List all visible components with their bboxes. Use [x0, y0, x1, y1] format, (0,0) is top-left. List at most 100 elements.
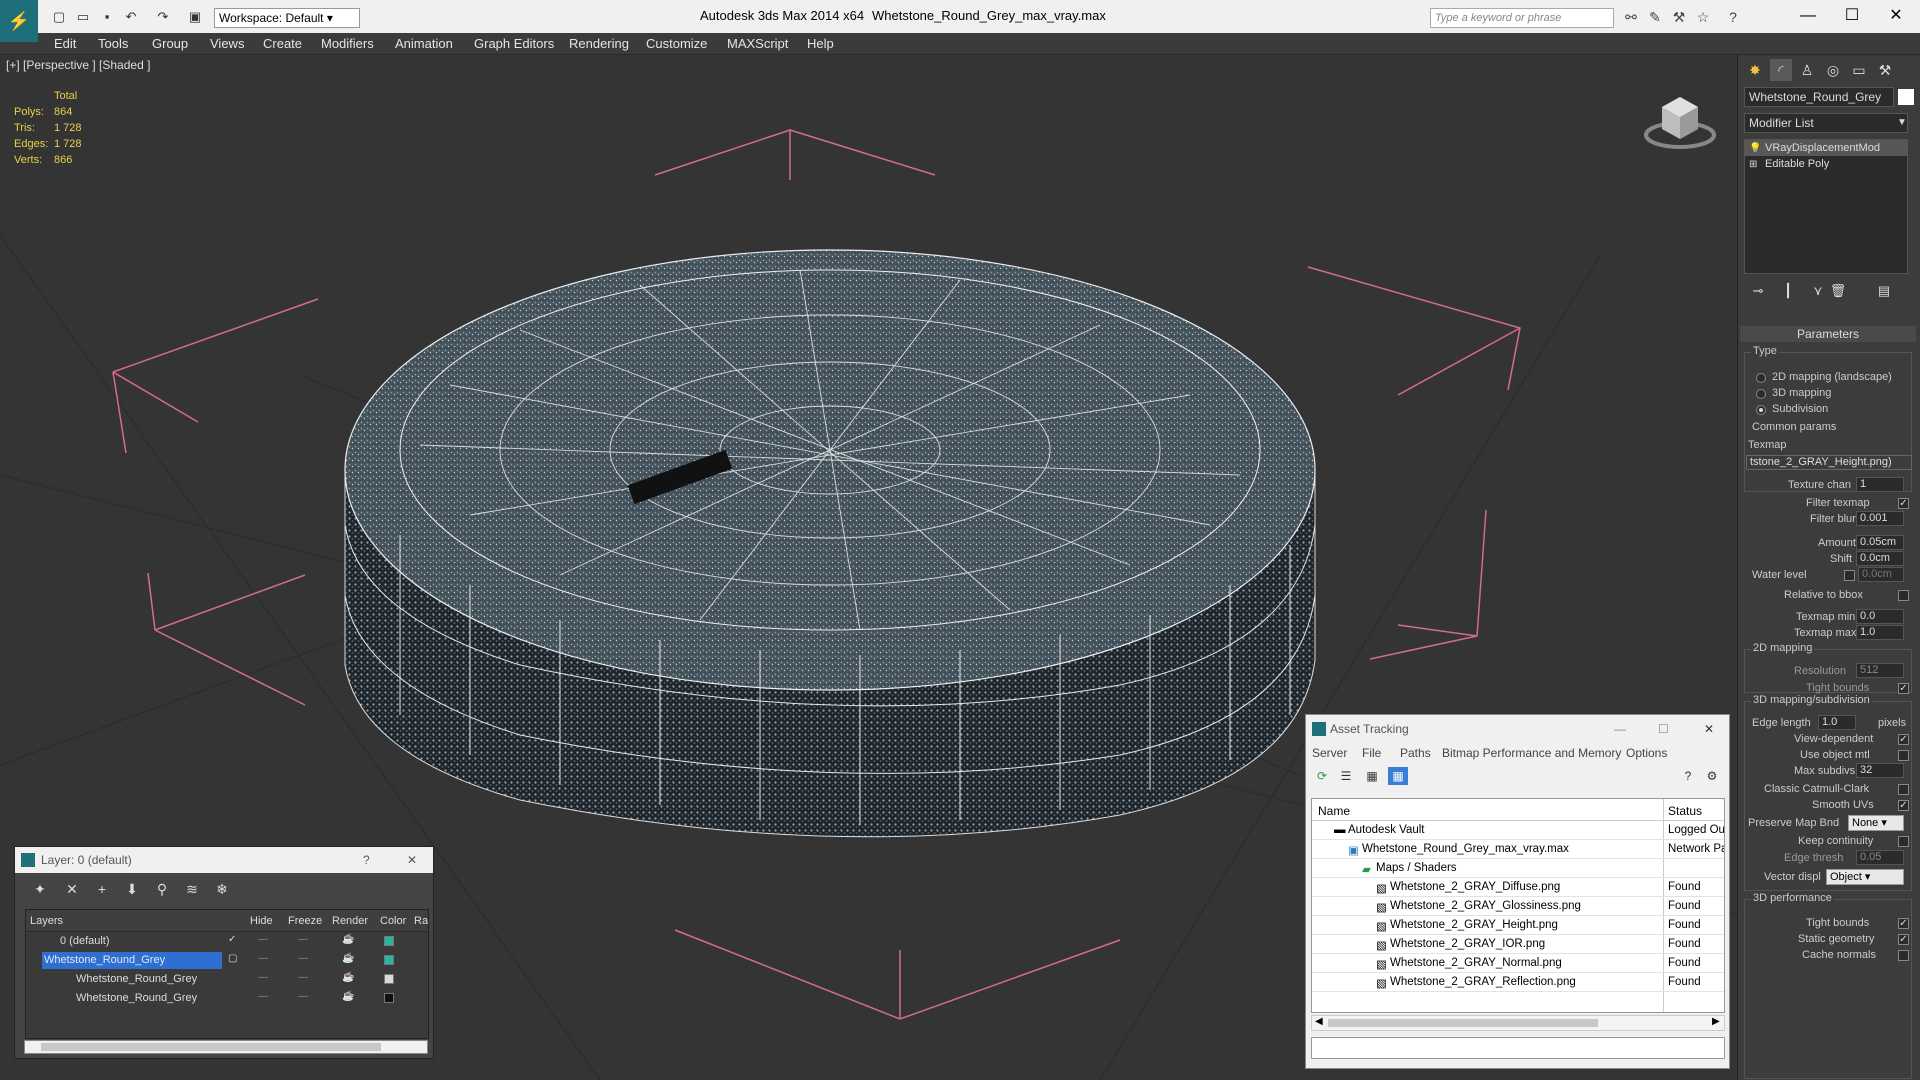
utilities-tab-icon[interactable]: ⚒: [1874, 59, 1896, 81]
help-icon[interactable]: ?: [1678, 767, 1698, 785]
menu-graph-editors[interactable]: Graph Editors: [474, 36, 554, 51]
minimize-icon[interactable]: —: [1614, 715, 1626, 743]
object-name[interactable]: Whetstone_Round_Grey: [74, 990, 199, 1007]
layer-row[interactable]: 0 (default) ✓ — — ☕: [26, 932, 428, 951]
create-tab-icon[interactable]: ✸: [1744, 59, 1766, 81]
hierarchy-tab-icon[interactable]: ♙: [1796, 59, 1818, 81]
motion-tab-icon[interactable]: ◎: [1822, 59, 1844, 81]
hide-all-icon[interactable]: ≋: [181, 879, 203, 899]
col-freeze[interactable]: Freeze: [288, 915, 322, 927]
asset-horizontal-scrollbar[interactable]: ◀ ▶: [1311, 1015, 1725, 1031]
close-icon[interactable]: ✕: [407, 847, 417, 873]
object-name[interactable]: Whetstone_Round_Grey: [74, 971, 199, 988]
shift-spinner[interactable]: 0.0cm: [1856, 551, 1904, 566]
close-icon[interactable]: ✕: [1876, 4, 1916, 28]
pin-stack-icon[interactable]: ⊸: [1748, 281, 1768, 301]
asset-row[interactable]: ▧ Whetstone_2_GRAY_Reflection.png Found: [1312, 973, 1724, 992]
col-name[interactable]: Name: [1318, 804, 1350, 818]
col-color[interactable]: Color: [380, 915, 406, 927]
asset-row[interactable]: ▧ Whetstone_2_GRAY_Diffuse.png Found: [1312, 878, 1724, 897]
object-name-field[interactable]: Whetstone_Round_Grey: [1744, 87, 1894, 107]
freeze-toggle[interactable]: —: [298, 991, 308, 1002]
menu-maxscript[interactable]: MAXScript: [727, 36, 788, 51]
undo-icon[interactable]: ↶: [122, 8, 140, 26]
freeze-toggle[interactable]: —: [298, 972, 308, 983]
exchange-icon[interactable]: ⚒: [1670, 8, 1688, 26]
asset-path-field[interactable]: [1311, 1037, 1725, 1059]
col-layers[interactable]: Layers: [30, 915, 63, 927]
help-icon[interactable]: ?: [1724, 8, 1742, 26]
scroll-left-icon[interactable]: ◀: [1315, 1016, 1323, 1027]
col-radiosity[interactable]: Ra: [414, 915, 428, 927]
lightbulb-icon[interactable]: 💡: [1749, 141, 1761, 157]
communication-icon[interactable]: ✎: [1646, 8, 1664, 26]
new-layer-icon[interactable]: ✦: [29, 879, 51, 899]
hide-toggle[interactable]: —: [258, 991, 268, 1002]
smooth-uvs-checkbox[interactable]: ✓: [1898, 800, 1909, 811]
menu-group[interactable]: Group: [152, 36, 188, 51]
hide-toggle[interactable]: —: [258, 953, 268, 964]
help-icon[interactable]: ?: [363, 847, 370, 873]
col-render[interactable]: Render: [332, 915, 368, 927]
menu-tools[interactable]: Tools: [98, 36, 128, 51]
menu-create[interactable]: Create: [263, 36, 302, 51]
menu-help[interactable]: Help: [807, 36, 834, 51]
project-folder-icon[interactable]: ▣: [186, 8, 204, 26]
render-teapot-icon[interactable]: ☕: [342, 934, 354, 945]
keep-continuity-checkbox[interactable]: [1898, 836, 1909, 847]
menu-modifiers[interactable]: Modifiers: [321, 36, 374, 51]
col-hide[interactable]: Hide: [250, 915, 273, 927]
expand-icon[interactable]: ⊞: [1749, 157, 1757, 173]
minimize-icon[interactable]: —: [1788, 4, 1828, 28]
asset-row[interactable]: ▧ Whetstone_2_GRAY_Normal.png Found: [1312, 954, 1724, 973]
texture-chan-spinner[interactable]: 1: [1856, 477, 1904, 492]
stack-item-vraydisplacementmod[interactable]: 💡 VRayDisplacementMod: [1745, 140, 1907, 156]
object-color-swatch[interactable]: [384, 974, 394, 984]
close-icon[interactable]: ✕: [1704, 715, 1714, 743]
save-file-icon[interactable]: ▪: [98, 8, 116, 26]
render-teapot-icon[interactable]: ☕: [342, 991, 354, 1002]
render-teapot-icon[interactable]: ☕: [342, 972, 354, 983]
scrollbar-thumb[interactable]: [1328, 1019, 1598, 1027]
open-file-icon[interactable]: ▭: [74, 8, 92, 26]
texmap-max-spinner[interactable]: 1.0: [1856, 625, 1904, 640]
view-dependent-checkbox[interactable]: ✓: [1898, 734, 1909, 745]
menu-edit[interactable]: Edit: [54, 36, 76, 51]
filter-blur-spinner[interactable]: 0.001: [1856, 511, 1904, 526]
table-view-icon[interactable]: ▦: [1388, 767, 1408, 785]
water-level-spinner[interactable]: 0.0cm: [1858, 567, 1904, 582]
layer-window-titlebar[interactable]: Layer: 0 (default) ? ✕: [15, 847, 433, 873]
modify-tab-icon[interactable]: ◜: [1770, 59, 1792, 81]
asset-menu-bitmap-performance[interactable]: Bitmap Performance and Memory: [1442, 746, 1621, 760]
amount-spinner[interactable]: 0.05cm: [1856, 535, 1904, 550]
asset-row[interactable]: ▧ Whetstone_2_GRAY_Glossiness.png Found: [1312, 897, 1724, 916]
layer-object-row[interactable]: Whetstone_Round_Grey — — ☕: [26, 989, 428, 1008]
search-input[interactable]: Type a keyword or phrase: [1430, 8, 1614, 28]
parameters-rollout-header[interactable]: Parameters: [1740, 326, 1916, 342]
list-view-icon[interactable]: ☰: [1336, 767, 1356, 785]
perf-tight-checkbox[interactable]: ✓: [1898, 918, 1909, 929]
show-end-result-icon[interactable]: ┃: [1778, 281, 1798, 301]
refresh-icon[interactable]: ⟳: [1312, 767, 1332, 785]
water-level-checkbox[interactable]: [1844, 570, 1855, 581]
menu-customize[interactable]: Customize: [646, 36, 707, 51]
relative-bbox-checkbox[interactable]: [1898, 590, 1909, 601]
layer-name[interactable]: 0 (default): [58, 933, 112, 950]
edge-length-spinner[interactable]: 1.0: [1818, 715, 1856, 730]
modifier-stack[interactable]: 💡 VRayDisplacementMod ⊞ Editable Poly: [1744, 139, 1908, 274]
modifier-list-dropdown[interactable]: Modifier List ▼: [1744, 113, 1908, 133]
active-layer-check-icon[interactable]: ✓: [228, 934, 236, 945]
layer-color-swatch[interactable]: [384, 955, 394, 965]
tight-bounds-checkbox[interactable]: ✓: [1898, 683, 1909, 694]
configure-sets-icon[interactable]: ▤: [1874, 281, 1894, 301]
asset-menu-paths[interactable]: Paths: [1400, 746, 1431, 760]
asset-window-titlebar[interactable]: Asset Tracking — ☐ ✕: [1306, 715, 1729, 743]
maximize-icon[interactable]: ☐: [1658, 715, 1669, 743]
scrollbar-thumb[interactable]: [41, 1043, 381, 1051]
resolution-spinner[interactable]: 512: [1856, 663, 1904, 678]
thumbnail-view-icon[interactable]: ▦: [1362, 767, 1382, 785]
vector-disp-dropdown[interactable]: Object ▾: [1826, 869, 1904, 885]
maximize-icon[interactable]: ☐: [1832, 4, 1872, 28]
add-to-layer-icon[interactable]: +: [91, 879, 113, 899]
settings-icon[interactable]: ⚙: [1702, 767, 1722, 785]
